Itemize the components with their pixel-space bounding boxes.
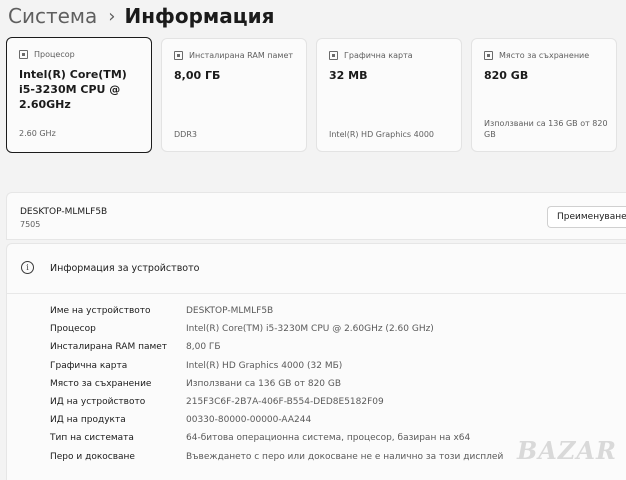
card-value: 820 GB [484, 69, 529, 82]
device-name: DESKTOP-MLMLF5B [20, 207, 108, 217]
spec-row: ИД на устройството 215F3C6F-2B7A-406F-B55… [50, 393, 503, 411]
spec-label: Перо и докосване [50, 451, 135, 462]
card-sub: Използвани са 136 GB от 820 GB [484, 119, 608, 139]
page-header: Система › Информация [8, 2, 274, 30]
spec-value: Intel(R) Core(TM) i5-3230M CPU @ 2.60GHz… [186, 324, 434, 335]
spec-row: Графична карта Intel(R) HD Graphics 4000 … [50, 357, 503, 375]
card-storage[interactable]: Място за съхранение 820 GB Използвани са… [471, 38, 617, 152]
spec-row: Процесор Intel(R) Core(TM) i5-3230M CPU @… [50, 320, 503, 338]
spec-label: Тип на системата [50, 433, 134, 444]
spec-value: Въвеждането с перо или докосване не е на… [186, 451, 504, 462]
storage-icon [484, 51, 493, 60]
device-specs-title: Информация за устройството [50, 263, 200, 274]
spec-row: ИД на продукта 00330-80000-00000-AA244 [50, 411, 503, 429]
spec-label: ИД на устройството [50, 397, 146, 408]
spec-cards: Процесор Intel(R) Core(TM) i5-3230M CPU … [6, 37, 617, 154]
spec-row: Инсталирана RAM памет 8,00 ГБ [50, 338, 503, 356]
spec-label: Графична карта [50, 360, 128, 371]
card-label: Място за съхранение [499, 51, 590, 60]
spec-row: Място за съхранение Използвани са 136 GB … [50, 375, 503, 393]
card-value: 8,00 ГБ [174, 69, 221, 82]
processor-icon [19, 50, 28, 59]
spec-value: 00330-80000-00000-AA244 [186, 415, 312, 426]
spec-label: ИД на продукта [50, 415, 126, 426]
page-title: Информация [124, 4, 275, 28]
card-value: 32 MB [329, 69, 368, 82]
spec-value: Използвани са 136 GB от 820 GB [186, 378, 342, 389]
spec-value: DESKTOP-MLMLF5B [186, 306, 274, 317]
card-processor[interactable]: Процесор Intel(R) Core(TM) i5-3230M CPU … [6, 37, 152, 153]
spec-value: 215F3C6F-2B7A-406F-B554-DED8E5182F09 [186, 397, 384, 408]
card-sub: DDR3 [174, 130, 197, 139]
spec-list: Име на устройството DESKTOP-MLMLF5B Проце… [50, 302, 503, 466]
spec-row: Име на устройството DESKTOP-MLMLF5B [50, 302, 503, 320]
device-specs-header[interactable]: i Информация за устройството [7, 244, 626, 294]
graphics-card-icon [329, 51, 338, 60]
card-sub: 2.60 GHz [19, 129, 56, 138]
card-label: Графична карта [344, 51, 413, 60]
info-icon: i [21, 261, 34, 274]
spec-label: Процесор [50, 324, 96, 335]
card-sub: Intel(R) HD Graphics 4000 [329, 130, 435, 139]
rename-button[interactable]: Преименуване [547, 206, 626, 228]
spec-label: Място за съхранение [50, 378, 152, 389]
spec-row: Перо и докосване Въвеждането с перо или д… [50, 448, 503, 466]
spec-label: Инсталирана RAM памет [50, 342, 168, 353]
device-name-panel: DESKTOP-MLMLF5B 7505 Преименуване [6, 192, 626, 240]
spec-value: Intel(R) HD Graphics 4000 (32 МБ) [186, 360, 343, 371]
spec-value: 8,00 ГБ [186, 342, 221, 353]
chevron-right-icon: › [108, 5, 116, 27]
card-graphics[interactable]: Графична карта 32 MB Intel(R) HD Graphic… [316, 38, 462, 152]
device-model: 7505 [20, 220, 41, 229]
card-value: Intel(R) Core(TM) i5-3230M CPU @ 2.60GHz [19, 68, 127, 111]
memory-icon [174, 51, 183, 60]
card-label: Процесор [34, 50, 75, 59]
card-ram[interactable]: Инсталирана RAM памет 8,00 ГБ DDR3 [161, 38, 307, 152]
spec-label: Име на устройството [50, 306, 151, 317]
spec-row: Тип на системата 64-битова операционна си… [50, 429, 503, 447]
breadcrumb-parent[interactable]: Система [8, 4, 97, 28]
watermark-logo: BAZAR [517, 436, 617, 465]
card-label: Инсталирана RAM памет [189, 51, 294, 60]
spec-value: 64-битова операционна система, процесор,… [186, 433, 471, 444]
